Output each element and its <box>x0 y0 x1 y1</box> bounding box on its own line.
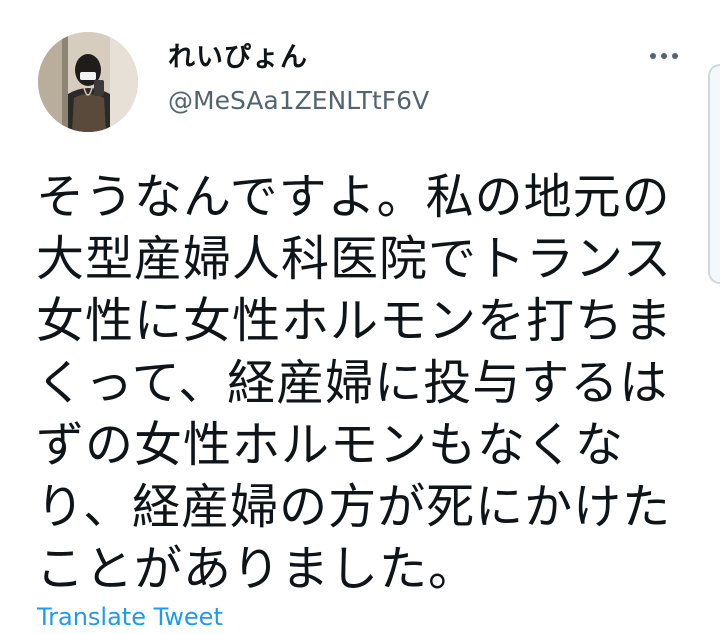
tweet-text-line: くって、経産婦に投与するは <box>36 355 669 411</box>
avatar[interactable] <box>38 32 138 132</box>
avatar-photo <box>38 32 138 132</box>
side-panel-edge <box>708 64 720 284</box>
tweet-text-line: ことがありました。 <box>36 541 478 597</box>
tweet-text: そうなんですよ。私の地元の 大型産婦人科医院でトランス 女性に女性ホルモンを打ち… <box>36 166 700 600</box>
translate-tweet-link[interactable]: Translate Tweet <box>37 600 223 634</box>
tweet: れいぴょん @MeSAa1ZENLTtF6V そうなんですよ。私の地元の 大型産… <box>0 0 720 634</box>
tweet-text-line: 女性に女性ホルモンを打ちま <box>36 293 674 349</box>
more-options-button[interactable] <box>644 44 684 68</box>
more-horizontal-icon <box>650 53 678 59</box>
tweet-text-line: そうなんですよ。私の地元の <box>36 169 671 225</box>
tweet-text-line: ずの女性ホルモンもなくな <box>36 417 625 473</box>
author-name[interactable]: れいぴょん <box>168 40 308 76</box>
tweet-text-line: 大型産婦人科医院でトランス <box>36 231 673 287</box>
author-handle[interactable]: @MeSAa1ZENLTtF6V <box>168 84 429 118</box>
tweet-text-line: り、経産婦の方が死にかけた <box>36 479 672 535</box>
